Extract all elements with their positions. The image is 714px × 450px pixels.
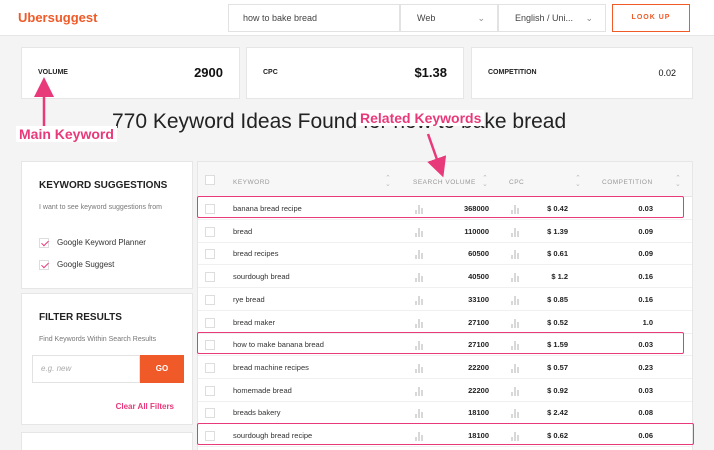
related-keywords-arrow: [426, 133, 447, 178]
related-keywords-annotation: Related Keywords: [357, 110, 485, 126]
annotation-arrows: [34, 77, 447, 178]
highlight-box: [197, 332, 684, 355]
highlight-box: [197, 196, 684, 218]
highlight-box: [197, 423, 694, 445]
main-keyword-annotation: Main Keyword: [16, 126, 117, 142]
